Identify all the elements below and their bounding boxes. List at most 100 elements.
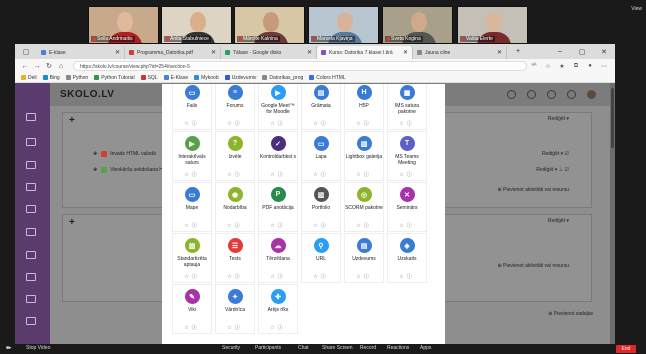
participant-tile[interactable]: Valda Elerte <box>457 6 528 44</box>
star-icon[interactable]: ☆ <box>227 325 234 331</box>
tab-close-icon[interactable]: ✕ <box>303 49 312 56</box>
activity-type-option[interactable]: ▤ Grāmata ☆ⓘ <box>301 84 341 130</box>
favorites-icon[interactable]: ★ <box>555 63 569 70</box>
activity-type-option[interactable]: ◈ Uzskaits ☆ⓘ <box>387 233 427 283</box>
apps-button[interactable]: Apps <box>420 345 431 351</box>
activity-type-option[interactable]: ▶ InteraktīvaIs saturs ☆ⓘ <box>172 131 212 181</box>
badge-icon[interactable] <box>26 273 36 281</box>
home-icon[interactable] <box>26 161 36 169</box>
expand-plus-icon[interactable]: + <box>69 217 75 228</box>
info-icon[interactable]: ⓘ <box>192 223 200 229</box>
chat-button[interactable]: Chat <box>298 345 309 351</box>
star-icon[interactable]: ☆ <box>270 172 277 178</box>
end-meeting-button[interactable]: End <box>616 345 636 353</box>
record-button[interactable]: Record <box>360 345 376 351</box>
star-icon[interactable]: ☆ <box>399 274 406 280</box>
star-icon[interactable]: ☆ <box>227 121 234 127</box>
star-icon[interactable]: ☆ <box>356 172 363 178</box>
notification-bell-icon[interactable] <box>547 90 556 99</box>
activity-edit-menu[interactable]: Rediģēt ▾ ⊥ ☑ <box>536 167 569 173</box>
activity-type-option[interactable]: P PDF anotācija ☆ⓘ <box>258 182 298 232</box>
favorite-link[interactable]: Deli <box>21 75 37 81</box>
info-icon[interactable]: ⓘ <box>235 325 243 331</box>
favorite-link[interactable]: Uzdevumiv <box>224 75 256 81</box>
star-icon[interactable]: ☆ <box>184 172 191 178</box>
favorite-link[interactable]: Bing <box>42 75 60 81</box>
activity-type-option[interactable]: ▦ IMS satura pakotne ☆ⓘ <box>387 84 427 130</box>
participant-tile[interactable]: Marsela Kļaviņa <box>308 6 379 44</box>
courses-icon[interactable] <box>26 228 36 236</box>
move-icon[interactable]: ✥ <box>93 167 97 173</box>
star-icon[interactable]: ☆ <box>227 223 234 229</box>
info-icon[interactable]: ⓘ <box>235 121 243 127</box>
star-icon[interactable]: ☆ <box>270 274 277 280</box>
share-screen-button[interactable]: Share Screen <box>322 345 353 351</box>
tab-close-icon[interactable]: ✕ <box>399 49 408 56</box>
dashboard-icon[interactable] <box>26 138 36 146</box>
star-icon[interactable]: ☆ <box>313 121 320 127</box>
participant-tile[interactable]: Mārcīte Kalnina <box>234 6 305 44</box>
participant-tile[interactable]: Anita Stabulniece <box>161 6 232 44</box>
browser-tab[interactable]: Kurss: Datorika 7.klasei I.tirā ✕ <box>317 46 413 59</box>
activity-type-option[interactable]: ☰ Tests ☆ⓘ <box>215 233 255 283</box>
star-icon[interactable]: ☆ <box>399 172 406 178</box>
activity-type-option[interactable]: ▭ Fails ☆ⓘ <box>172 84 212 130</box>
star-icon[interactable]: ☆ <box>270 325 277 331</box>
activity-type-option[interactable]: ✚ Ārējs rīks ☆ⓘ <box>258 284 298 334</box>
favorite-link[interactable]: Colors HTML <box>309 75 346 81</box>
info-icon[interactable]: ⓘ <box>321 223 329 229</box>
browser-tab[interactable]: Programma_Datorika.pdf ✕ <box>125 46 221 59</box>
info-icon[interactable]: ⓘ <box>364 121 372 127</box>
browser-tab[interactable]: E-klase ✕ <box>37 46 125 59</box>
menu-icon[interactable] <box>26 113 36 121</box>
info-icon[interactable]: ⓘ <box>192 172 200 178</box>
info-icon[interactable]: ⓘ <box>364 172 372 178</box>
star-icon[interactable]: ☆ <box>356 121 363 127</box>
activity-type-option[interactable]: T MS Teams Meeting ☆ⓘ <box>387 131 427 181</box>
info-icon[interactable]: ⓘ <box>278 325 286 331</box>
info-icon[interactable]: ⓘ <box>192 325 200 331</box>
profile-avatar[interactable]: ● <box>583 63 597 69</box>
video-button[interactable]: Stop Video <box>26 345 50 351</box>
activity-type-option[interactable]: ✎ Viki ☆ⓘ <box>172 284 212 334</box>
info-icon[interactable]: ⓘ <box>278 121 286 127</box>
star-icon[interactable]: ☆ <box>313 274 320 280</box>
activity-row[interactable]: ✥ Ievads HTML valodā <box>93 151 156 157</box>
participants-button[interactable]: Participants <box>255 345 281 351</box>
activity-name[interactable]: Ievads HTML valodā <box>110 151 156 157</box>
star-icon[interactable]: ☆ <box>184 325 191 331</box>
info-icon[interactable]: ⓘ <box>364 274 372 280</box>
activity-type-option[interactable]: ▧ Lightbox galerija ☆ⓘ <box>344 131 384 181</box>
move-icon[interactable]: ✥ <box>93 151 97 157</box>
new-tab-button[interactable]: + <box>507 48 529 55</box>
site-logo[interactable]: SKOLO.LV <box>60 89 114 100</box>
info-icon[interactable]: ⓘ <box>192 121 200 127</box>
view-button[interactable]: View <box>631 6 642 12</box>
activity-type-option[interactable]: ✕ Seminārs ☆ⓘ <box>387 182 427 232</box>
star-icon[interactable]: ☆ <box>227 274 234 280</box>
messages-icon[interactable] <box>567 90 576 99</box>
user-avatar[interactable] <box>587 90 596 99</box>
star-icon[interactable]: ☆ <box>270 223 277 229</box>
info-icon[interactable]: ⓘ <box>321 172 329 178</box>
activity-edit-menu[interactable]: Rediģēt ▾ ☑ <box>542 151 569 157</box>
star-icon[interactable]: ☆ <box>399 121 406 127</box>
star-icon[interactable]: ☆ <box>313 172 320 178</box>
info-icon[interactable]: ⓘ <box>192 274 200 280</box>
activity-type-option[interactable]: ▭ Mape ☆ⓘ <box>172 182 212 232</box>
info-icon[interactable]: ⓘ <box>364 223 372 229</box>
browser-tab[interactable]: Jauna cilne ✕ <box>413 46 507 59</box>
info-icon[interactable]: ⓘ <box>235 172 243 178</box>
info-icon[interactable]: ⓘ <box>278 274 286 280</box>
security-button[interactable]: Security <box>222 345 240 351</box>
url-field[interactable]: https://skolo.lv/course/view.php?id=254#… <box>73 61 527 71</box>
favorite-link[interactable]: Datorikas_prog <box>262 75 303 81</box>
calendar-icon[interactable] <box>26 183 36 191</box>
info-icon[interactable]: ⓘ <box>278 223 286 229</box>
star-icon[interactable]: ☆ <box>399 223 406 229</box>
star-icon[interactable]: ☆ <box>184 274 191 280</box>
info-icon[interactable]: ⓘ <box>235 223 243 229</box>
grid-icon[interactable] <box>26 317 36 325</box>
participant-tile[interactable]: Sveta Kogina <box>382 6 453 44</box>
favorite-link[interactable]: SQL <box>140 75 158 81</box>
